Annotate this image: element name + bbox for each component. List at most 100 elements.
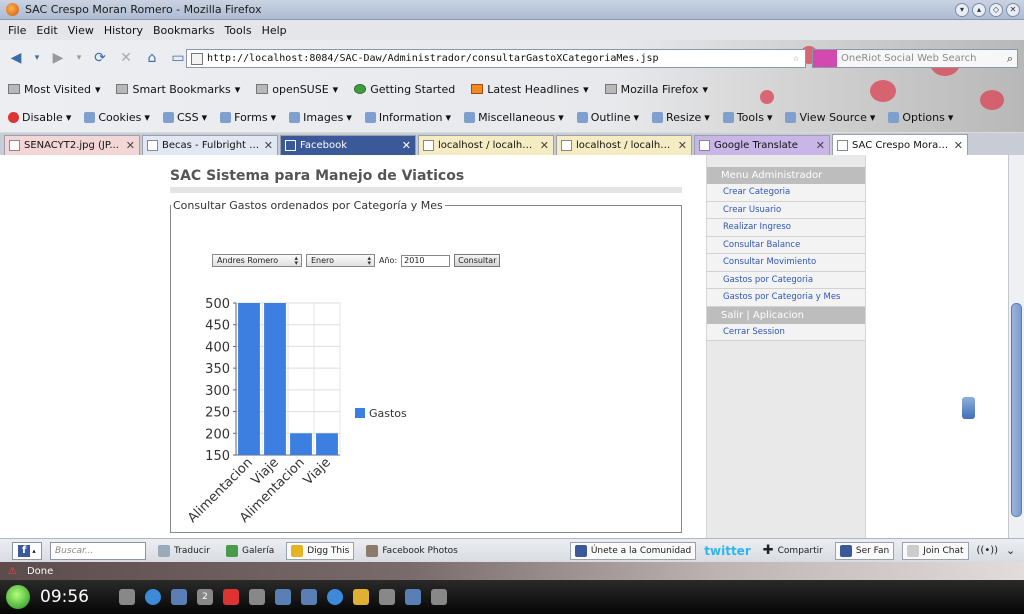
scrollbar-thumb[interactable] [1011, 303, 1022, 517]
close-icon[interactable]: ✕ [954, 139, 963, 152]
mail-icon[interactable] [379, 589, 395, 605]
wd-view-source[interactable]: View Source ▾ [785, 111, 875, 124]
stop-icon[interactable]: ✕ [116, 48, 136, 68]
wd-outline[interactable]: Outline ▾ [576, 111, 639, 124]
wd-resize[interactable]: Resize ▾ [652, 111, 710, 124]
menu-history[interactable]: History [104, 24, 143, 37]
consultar-button[interactable]: Consultar [454, 254, 501, 267]
sidebar-item-consultar-movimiento[interactable]: Consultar Movimiento [707, 254, 865, 272]
display-icon[interactable] [405, 589, 421, 605]
bookmark-latest-headlines[interactable]: Latest Headlines ▾ [471, 83, 589, 96]
close-icon[interactable]: ✕ [402, 139, 411, 152]
bookmark-most-visited[interactable]: Most Visited ▾ [8, 83, 100, 96]
traducir-button[interactable]: Traducir [154, 542, 214, 560]
home-icon[interactable]: ⌂ [142, 48, 162, 68]
menu-edit[interactable]: Edit [36, 24, 57, 37]
forward-icon[interactable]: ▶ [48, 48, 68, 68]
search-engine-icon[interactable] [813, 50, 837, 67]
digg-this-button[interactable]: Digg This [286, 541, 355, 560]
bluetooth-icon[interactable] [301, 589, 317, 605]
close-icon[interactable]: ✕ [540, 139, 549, 152]
tab-localhost-1[interactable]: localhost / localhos... ✕ [418, 135, 554, 155]
files-icon[interactable] [171, 589, 187, 605]
facebook-photos-button[interactable]: Facebook Photos [362, 542, 462, 560]
screen-icon[interactable]: ▭ [168, 48, 188, 68]
tab-becas[interactable]: Becas - Fulbright - y... ✕ [142, 135, 278, 155]
user-icon[interactable] [353, 589, 369, 605]
dropdown-icon[interactable]: ▾ [32, 48, 42, 68]
reload-icon[interactable]: ⟳ [90, 48, 110, 68]
wd-tools[interactable]: Tools ▾ [722, 111, 772, 124]
menu-bookmarks[interactable]: Bookmarks [153, 24, 214, 37]
year-input[interactable]: 2010 [401, 254, 451, 267]
minimize-button[interactable]: ▾ [955, 3, 969, 17]
close-icon[interactable]: ✕ [126, 139, 135, 152]
month-select[interactable]: Enero ▴ ▾ [306, 254, 375, 267]
pager-icon[interactable]: 2 [197, 589, 213, 605]
bookmark-opensuse[interactable]: openSUSE ▾ [256, 83, 338, 96]
minimize-icon-button[interactable]: ▴ [972, 3, 986, 17]
wd-forms[interactable]: Forms ▾ [220, 111, 276, 124]
twitter-logo[interactable]: twitter [704, 544, 750, 558]
menu-file[interactable]: File [8, 24, 26, 37]
close-icon[interactable]: ✕ [816, 139, 825, 152]
wd-information[interactable]: Information ▾ [364, 111, 451, 124]
sidebar-item-cerrar-session[interactable]: Cerrar Session [707, 323, 865, 341]
search-icon[interactable]: ⌕ [1007, 52, 1013, 66]
tab-google-translate[interactable]: Google Translate ✕ [694, 135, 830, 155]
menu-view[interactable]: View [68, 24, 94, 37]
sidebar-item-gastos-categoria[interactable]: Gastos por Categoria [707, 271, 865, 289]
keyboard-icon[interactable] [431, 589, 447, 605]
signal-icon[interactable]: ((•)) [977, 545, 999, 556]
sidebar-item-gastos-categoria-mes[interactable]: Gastos por Categoria y Mes [707, 289, 865, 307]
bookmark-getting-started[interactable]: Getting Started [354, 83, 455, 96]
tab-facebook[interactable]: Facebook ✕ [280, 135, 416, 155]
sidebar-item-crear-usuario[interactable]: Crear Usuario [707, 201, 865, 219]
desktop-icon[interactable] [119, 589, 135, 605]
wd-miscellaneous[interactable]: Miscellaneous ▾ [464, 111, 564, 124]
sync-icon[interactable] [327, 589, 343, 605]
dropdown-icon[interactable]: ▾ [74, 48, 84, 68]
sidebar-item-consultar-balance[interactable]: Consultar Balance [707, 236, 865, 254]
vertical-scrollbar[interactable] [1008, 155, 1024, 538]
bookmark-smart[interactable]: Smart Bookmarks ▾ [116, 83, 240, 96]
wd-css[interactable]: CSS ▾ [162, 111, 207, 124]
menu-tools[interactable]: Tools [224, 24, 251, 37]
tab-sac-crespo[interactable]: SAC Crespo Moran... ✕ [832, 134, 968, 155]
sidebar-item-realizar-ingreso[interactable]: Realizar Ingreso [707, 219, 865, 237]
back-icon[interactable]: ◀ [6, 48, 26, 68]
chevron-down-icon[interactable]: ⌄ [1006, 544, 1015, 557]
close-icon[interactable]: ✕ [264, 139, 273, 152]
facebook-toolbar-button[interactable]: f ▴ [12, 541, 42, 560]
wd-options[interactable]: Options ▾ [888, 111, 953, 124]
wd-images[interactable]: Images ▾ [289, 111, 352, 124]
volume-icon[interactable] [249, 589, 265, 605]
sidebar-item-crear-categoria[interactable]: Crear Categoria [707, 184, 865, 202]
close-icon[interactable]: ✕ [678, 139, 687, 152]
search-bar[interactable]: OneRiot Social Web Search ⌕ [812, 49, 1018, 68]
tab-senacyt[interactable]: SENACYT2.jpg (JP... ✕ [4, 135, 140, 155]
menu-help[interactable]: Help [262, 24, 287, 37]
wd-cookies[interactable]: Cookies ▾ [84, 111, 150, 124]
addon-bar: f ▴ Buscar... Traducir Galería Digg This … [0, 538, 1024, 562]
maximize-button[interactable]: ◇ [989, 3, 1003, 17]
user-select[interactable]: Andres Romero ▴ ▾ [212, 254, 302, 267]
alert-icon[interactable] [223, 589, 239, 605]
join-chat-button[interactable]: Join Chat [902, 541, 969, 560]
url-bar[interactable]: http://localhost:8084/SAC-Daw/Administra… [186, 49, 806, 68]
network-icon[interactable] [275, 589, 291, 605]
star-icon[interactable]: ☆ [793, 53, 799, 64]
tab-localhost-2[interactable]: localhost / localhos... ✕ [556, 135, 692, 155]
galeria-button[interactable]: Galería [222, 542, 278, 560]
compartir-button[interactable]: ✚ Compartir [759, 542, 827, 560]
unete-comunidad-button[interactable]: Únete a la Comunidad [569, 541, 697, 560]
bookmark-mozilla-firefox[interactable]: Mozilla Firefox ▾ [604, 83, 708, 96]
status-text: Done [26, 565, 54, 577]
ser-fan-button[interactable]: Ser Fan [834, 541, 895, 560]
close-button[interactable]: ✕ [1006, 3, 1020, 17]
wd-disable[interactable]: Disable ▾ [8, 111, 71, 124]
gadget-icon[interactable] [962, 397, 975, 419]
facebook-search-input[interactable]: Buscar... [50, 541, 146, 560]
start-menu-icon[interactable] [6, 585, 30, 609]
browser-icon[interactable] [145, 589, 161, 605]
